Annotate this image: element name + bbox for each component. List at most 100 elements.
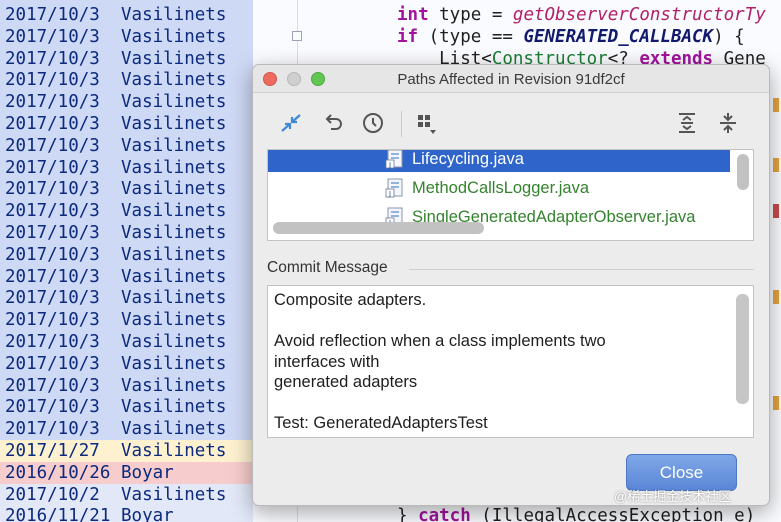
method-call: getObserverConstructorTy xyxy=(512,5,766,25)
commit-message-scrollbar[interactable] xyxy=(736,294,749,404)
annotation-author: Vasilinets xyxy=(121,135,227,156)
annotation-row[interactable]: 2017/10/3 Vasilinets xyxy=(0,134,253,157)
annotation-date: 2017/10/3 xyxy=(5,5,100,25)
annotation-row[interactable]: 2017/10/3 Vasilinets xyxy=(0,91,253,114)
revert-button[interactable] xyxy=(319,109,347,137)
annotation-author: Vasilinets xyxy=(121,70,227,91)
annotation-date: 2017/10/3 xyxy=(5,201,100,222)
constant: GENERATED_CALLBACK xyxy=(523,27,714,47)
annotation-author: Vasilinets xyxy=(121,244,227,265)
warning-marker[interactable] xyxy=(773,98,779,112)
annotation-author: Vasilinets xyxy=(121,353,227,374)
annotation-date: 2017/10/3 xyxy=(5,92,100,113)
warning-marker[interactable] xyxy=(773,158,779,172)
commit-message-label: Commit Message xyxy=(267,259,388,276)
commit-message-line: interfaces with xyxy=(274,352,380,371)
watermark: @稀土掘金技术社区 xyxy=(614,489,732,504)
dialog-titlebar[interactable]: Paths Affected in Revision 91df2cf xyxy=(253,65,769,93)
annotation-author: Vasilinets xyxy=(121,5,227,25)
annotation-gutter: 2017/10/3 Vasilinets 2017/10/3 Vasilinets 20… xyxy=(0,0,253,522)
fold-marker-icon[interactable] xyxy=(292,31,302,41)
group-by-button[interactable] xyxy=(413,109,441,137)
annotation-row[interactable]: 2017/10/3 Vasilinets xyxy=(0,113,253,135)
group-by-icon xyxy=(418,115,436,134)
annotation-row[interactable]: 2017/10/3 Vasilinets xyxy=(0,352,253,375)
error-marker[interactable] xyxy=(773,204,779,218)
warning-marker[interactable] xyxy=(773,290,779,304)
annotation-row[interactable]: 2017/10/3 Vasilinets xyxy=(0,222,253,244)
compare-button[interactable] xyxy=(277,109,305,137)
annotation-author: Boyar xyxy=(121,506,174,522)
annotation-row[interactable]: 2017/10/3 Vasilinets xyxy=(0,309,253,332)
keyword: catch xyxy=(418,506,471,522)
annotation-date: 2017/10/3 xyxy=(5,375,100,396)
file-list-item[interactable]: J MethodCallsLogger.java xyxy=(268,175,730,201)
annotation-row[interactable]: 2017/10/3 Vasilinets xyxy=(0,418,253,441)
code-line: } catch (IllegalAccessException e) xyxy=(397,505,755,522)
undo-icon xyxy=(325,114,342,130)
annotation-row[interactable]: 2017/10/3 Vasilinets xyxy=(0,287,253,310)
annotation-row[interactable]: 2016/11/21 Boyar xyxy=(0,505,253,522)
annotation-row[interactable]: 2017/10/3 Vasilinets xyxy=(0,243,253,266)
annotation-row[interactable]: 2017/10/3 Vasilinets xyxy=(0,265,253,288)
error-stripe xyxy=(771,0,781,522)
annotation-row[interactable]: 2017/10/2 Vasilinets xyxy=(0,483,253,506)
annotation-row[interactable]: 2017/10/3 Vasilinets xyxy=(0,25,253,48)
annotation-author: Vasilinets xyxy=(121,484,227,505)
annotation-date: 2017/10/3 xyxy=(5,288,100,309)
dialog-title: Paths Affected in Revision 91df2cf xyxy=(397,71,625,88)
annotation-date: 2017/10/3 xyxy=(5,397,100,418)
section-divider xyxy=(409,269,754,270)
annotation-row[interactable]: 2017/10/3 Vasilinets xyxy=(0,200,253,223)
annotation-row[interactable]: 2017/10/3 Vasilinets xyxy=(0,178,253,201)
paths-affected-dialog: Paths Affected in Revision 91df2cf Singl… xyxy=(252,64,770,506)
annotation-author: Vasilinets xyxy=(121,157,227,178)
collapse-all-button[interactable] xyxy=(714,109,742,137)
annotation-row[interactable]: 2017/1/27 Vasilinets xyxy=(0,440,253,462)
annotation-author: Vasilinets xyxy=(121,419,227,440)
annotation-date: 2017/10/3 xyxy=(5,223,100,243)
toolbar-separator xyxy=(401,111,402,137)
annotation-row[interactable]: 2017/10/3 Vasilinets xyxy=(0,4,253,26)
commit-message-line: Change-Id: ... xyxy=(274,434,374,438)
annotation-author: Vasilinets xyxy=(121,48,227,69)
annotation-date: 2017/10/3 xyxy=(5,266,100,287)
annotation-author: Vasilinets xyxy=(121,310,227,331)
file-list-item[interactable]: J Lifecycling.java xyxy=(268,150,730,172)
annotation-date: 2017/10/3 xyxy=(5,419,100,440)
annotation-row[interactable]: 2017/10/3 Vasilinets xyxy=(0,374,253,397)
commit-message-text[interactable]: Change-Id: ... Test: GeneratedAdaptersTes… xyxy=(267,285,754,438)
annotation-date: 2017/10/3 xyxy=(5,157,100,178)
keyword: int xyxy=(397,5,429,25)
annotation-row[interactable]: 2017/10/3 Vasilinets xyxy=(0,69,253,92)
java-file-icon: J xyxy=(385,150,403,169)
commit-message-line: Test: GeneratedAdaptersTest xyxy=(274,414,488,432)
annotation-row[interactable]: 2017/10/3 Vasilinets xyxy=(0,156,253,179)
svg-text:J: J xyxy=(388,161,391,169)
annotation-row[interactable]: 2017/10/3 Vasilinets xyxy=(0,47,253,70)
annotation-author: Boyar xyxy=(121,462,174,483)
warning-marker[interactable] xyxy=(773,396,779,410)
code-line: if (type == GENERATED_CALLBACK) { xyxy=(397,26,745,48)
files-vertical-scrollbar[interactable] xyxy=(737,154,749,190)
svg-text:J: J xyxy=(388,190,391,198)
annotation-row[interactable]: 2017/10/3 Vasilinets xyxy=(0,331,253,353)
annotation-date: 2017/10/3 xyxy=(5,179,100,200)
compare-icon xyxy=(281,114,301,132)
affected-files-list[interactable]: JSingleGeneratedAdapterObserver.javaJMet… xyxy=(267,149,754,241)
expand-all-icon xyxy=(679,113,695,133)
file-name: Lifecycling.java xyxy=(412,150,524,168)
history-icon xyxy=(363,113,383,133)
annotation-date: 2017/10/2 xyxy=(5,484,100,505)
annotation-row[interactable]: 2017/10/3 Vasilinets xyxy=(0,396,253,419)
annotation-date: 2016/11/21 xyxy=(5,506,111,522)
collapse-all-icon xyxy=(720,113,736,133)
code-text: (IllegalAccessException e) xyxy=(470,506,756,522)
file-name: MethodCallsLogger.java xyxy=(412,179,590,197)
annotation-date: 2017/10/3 xyxy=(5,332,100,352)
expand-all-button[interactable] xyxy=(673,109,701,137)
annotation-author: Vasilinets xyxy=(121,26,227,47)
history-button[interactable] xyxy=(359,109,387,137)
annotation-row[interactable]: 2016/10/26 Boyar xyxy=(0,461,253,484)
files-horizontal-scrollbar[interactable] xyxy=(273,222,484,234)
